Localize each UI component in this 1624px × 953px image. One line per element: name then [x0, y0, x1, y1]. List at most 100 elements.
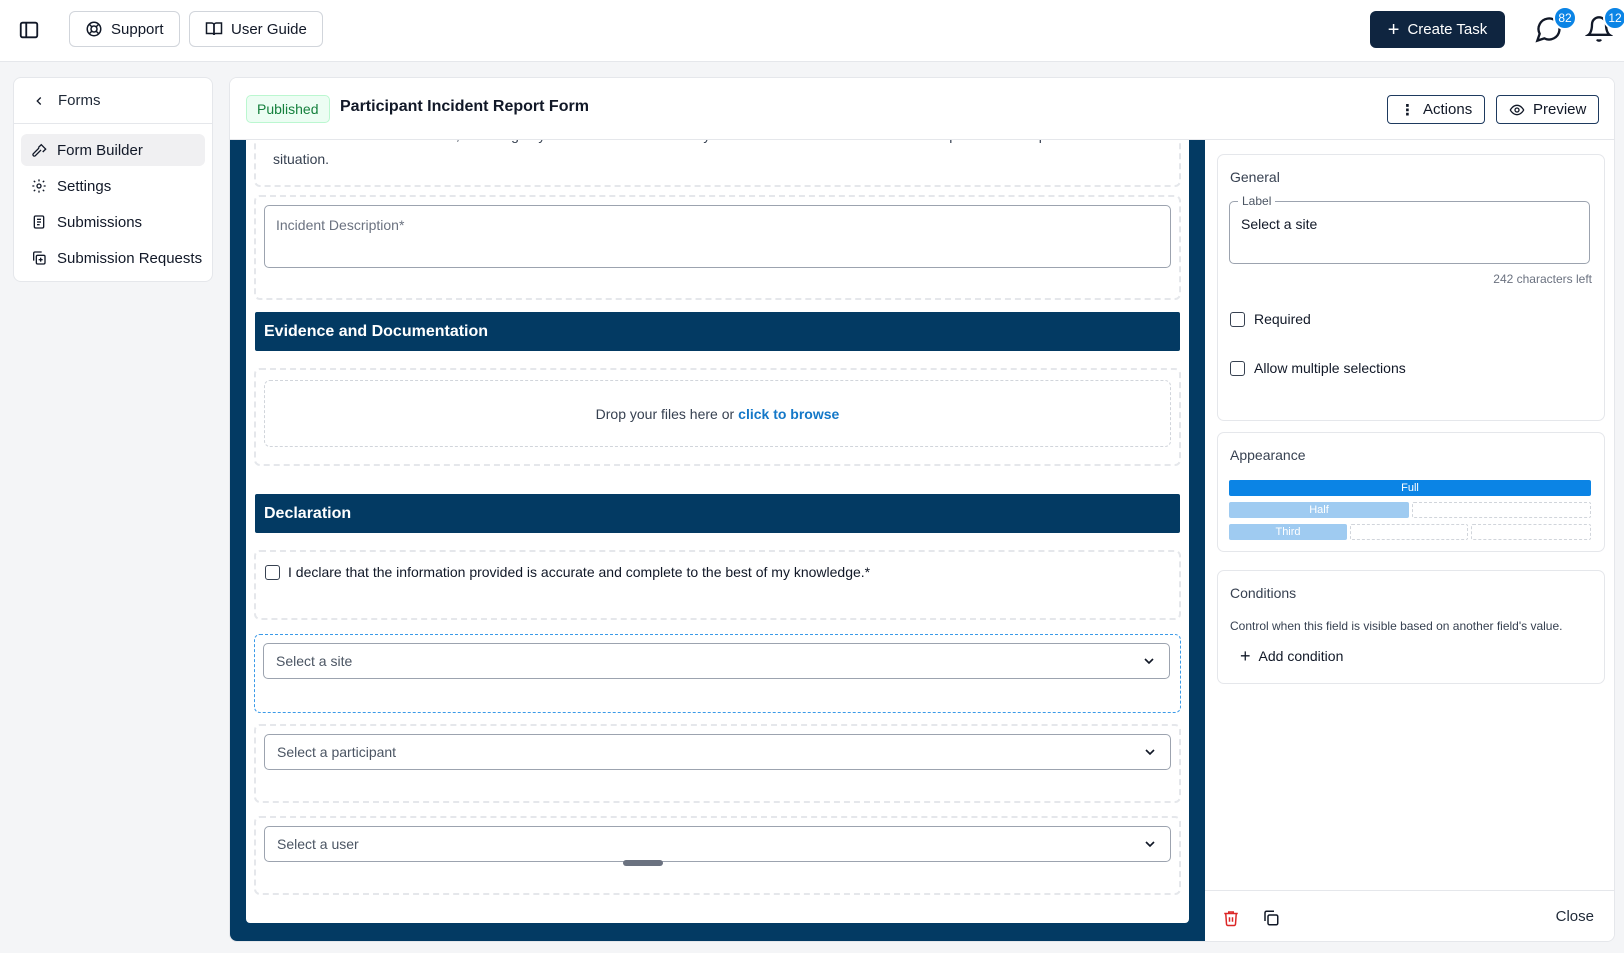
top-bar: Support User Guide + Create Task 82 12	[0, 0, 1624, 62]
label-legend: Label	[1238, 194, 1276, 208]
sidebar-toggle-icon[interactable]	[18, 19, 40, 41]
required-option[interactable]: Required	[1230, 311, 1311, 327]
form-canvas: Describe the incident in detail, includi…	[230, 140, 1205, 941]
label-field[interactable]: Label Select a site	[1229, 194, 1590, 264]
create-task-label: Create Task	[1407, 21, 1488, 38]
nav-item-form-builder[interactable]: Form Builder	[21, 134, 205, 166]
chevron-left-icon	[36, 96, 42, 105]
appearance-card: Appearance Full Half Third	[1217, 432, 1605, 552]
properties-footer: Close	[1205, 890, 1614, 941]
support-label: Support	[111, 20, 164, 38]
user-guide-button[interactable]: User Guide	[189, 11, 323, 47]
duplicate-icon[interactable]	[1262, 909, 1280, 927]
section-header-declaration[interactable]: Declaration	[255, 494, 1180, 533]
required-label: Required	[1254, 311, 1311, 327]
actions-label: Actions	[1423, 101, 1473, 118]
declaration-label: I declare that the information provided …	[288, 564, 871, 580]
form-builder-main: Published Participant Incident Report Fo…	[229, 77, 1615, 942]
width-third-option[interactable]: Third	[1229, 524, 1347, 540]
nav-label: Submission Requests	[57, 249, 203, 267]
nav-item-submission-requests[interactable]: Submission Requests	[21, 242, 205, 274]
field-properties-panel: General Label Select a site 242 characte…	[1205, 140, 1614, 941]
declaration-row: I declare that the information provided …	[265, 564, 870, 580]
width-half-empty-slot	[1412, 502, 1591, 518]
declaration-checkbox[interactable]	[265, 564, 280, 580]
browse-link[interactable]: click to browse	[738, 406, 839, 422]
plus-icon: +	[1240, 646, 1251, 666]
incident-description-field[interactable]: Incident Description*	[264, 205, 1171, 268]
add-condition-label: Add condition	[1258, 648, 1344, 664]
messages-count-badge: 82	[1553, 6, 1577, 30]
form-nav-panel: Forms Form Builder Settings Submissions …	[13, 77, 213, 282]
form-header: Published Participant Incident Report Fo…	[230, 78, 1614, 140]
notifications-button[interactable]: 12	[1584, 6, 1624, 44]
chevron-down-icon	[1145, 749, 1155, 756]
site-select[interactable]: Select a site	[263, 643, 1170, 679]
book-open-icon	[205, 22, 223, 36]
nav-label: Settings	[57, 177, 112, 195]
multiple-checkbox[interactable]	[1230, 360, 1245, 376]
width-third-empty-slot	[1350, 524, 1468, 540]
nav-item-settings[interactable]: Settings	[21, 170, 205, 202]
preview-button[interactable]: Preview	[1496, 95, 1600, 124]
site-select-block[interactable]: Select a site	[254, 634, 1181, 713]
notifications-count-badge: 12	[1603, 6, 1624, 30]
support-button[interactable]: Support	[69, 11, 180, 47]
create-task-button[interactable]: + Create Task	[1370, 11, 1505, 48]
site-select-value: Select a site	[276, 653, 353, 669]
document-icon	[33, 215, 45, 229]
participant-select-block[interactable]: Select a participant	[254, 724, 1181, 803]
close-button[interactable]: Close	[1556, 908, 1594, 925]
declaration-block[interactable]: I declare that the information provided …	[254, 550, 1181, 620]
hammer-icon	[32, 143, 47, 157]
participant-select[interactable]: Select a participant	[264, 734, 1171, 770]
chevron-down-icon	[1144, 658, 1154, 665]
appearance-title: Appearance	[1230, 447, 1306, 463]
user-guide-label: User Guide	[231, 20, 307, 38]
nav-label: Submissions	[57, 213, 143, 231]
width-third-empty-slot	[1471, 524, 1591, 540]
back-label: Forms	[58, 92, 101, 109]
file-drop-zone[interactable]: Drop your files here or click to browse	[264, 380, 1171, 447]
status-badge: Published	[246, 95, 330, 123]
plus-icon: +	[1387, 18, 1400, 41]
file-upload-block[interactable]: Drop your files here or click to browse	[254, 368, 1181, 466]
form-description: Describe the incident in detail, includi…	[273, 140, 1136, 167]
drop-text: Drop your files here or	[595, 405, 735, 422]
user-select-block[interactable]: Select a user	[254, 816, 1181, 895]
gear-icon	[32, 179, 46, 193]
trash-icon[interactable]	[1222, 909, 1240, 927]
messages-button[interactable]: 82	[1535, 6, 1577, 44]
conditions-description: Control when this field is visible based…	[1230, 619, 1563, 633]
add-condition-button[interactable]: + Add condition	[1240, 647, 1343, 665]
general-title: General	[1230, 169, 1280, 185]
multiple-label: Allow multiple selections	[1254, 360, 1406, 376]
more-vertical-icon: ⋮	[1400, 101, 1415, 119]
chars-left-counter: 242 characters left	[1493, 272, 1592, 286]
nav-item-submissions[interactable]: Submissions	[21, 206, 205, 238]
chevron-down-icon	[1145, 841, 1155, 848]
copy-plus-icon	[33, 251, 46, 265]
form-body: Describe the incident in detail, includi…	[246, 140, 1189, 923]
incident-description-block[interactable]: Incident Description*	[254, 195, 1181, 300]
description-block[interactable]: Describe the incident in detail, includi…	[254, 140, 1181, 187]
eye-icon	[1509, 104, 1525, 115]
actions-button[interactable]: ⋮ Actions	[1387, 95, 1486, 124]
conditions-card: Conditions Control when this field is vi…	[1217, 570, 1605, 684]
user-select[interactable]: Select a user	[264, 826, 1171, 862]
label-value: Select a site	[1241, 216, 1318, 232]
section-header-evidence[interactable]: Evidence and Documentation	[255, 312, 1180, 351]
participant-select-value: Select a participant	[277, 744, 397, 760]
nav-label: Form Builder	[57, 141, 143, 159]
resize-handle[interactable]	[623, 860, 663, 866]
page-title: Participant Incident Report Form	[340, 98, 589, 115]
multiple-option[interactable]: Allow multiple selections	[1230, 360, 1406, 376]
width-full-option[interactable]: Full	[1229, 480, 1591, 496]
lifebuoy-icon	[86, 21, 102, 37]
preview-label: Preview	[1533, 101, 1587, 118]
width-half-option[interactable]: Half	[1229, 502, 1409, 518]
required-checkbox[interactable]	[1230, 311, 1245, 327]
general-card: General Label Select a site 242 characte…	[1217, 154, 1605, 421]
back-to-forms-link[interactable]: Forms	[14, 78, 212, 124]
conditions-title: Conditions	[1230, 585, 1297, 601]
